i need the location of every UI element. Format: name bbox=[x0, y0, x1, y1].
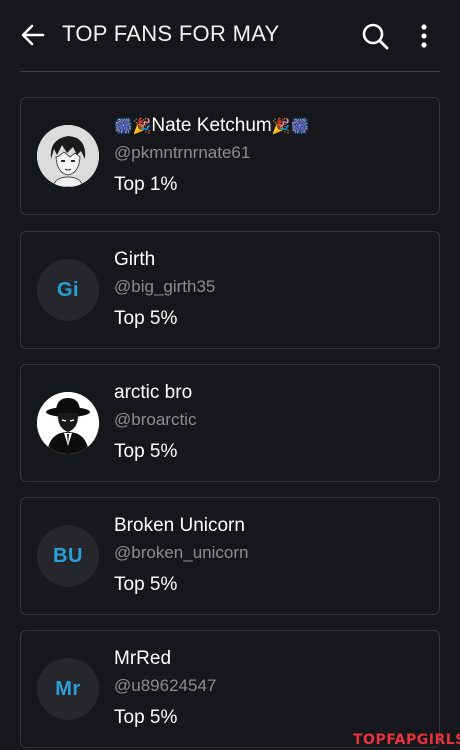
search-icon[interactable] bbox=[360, 21, 390, 51]
fan-card[interactable]: 🎆🎉Nate Ketchum🎉🎆 @pkmntrnrnate61 Top 1% bbox=[20, 97, 440, 215]
avatar[interactable]: Mr bbox=[37, 658, 99, 720]
fan-handle: @pkmntrnrnate61 bbox=[114, 143, 251, 162]
fireworks-emoji: 🎆🎉 bbox=[114, 118, 152, 135]
fan-rank: Top 1% bbox=[114, 174, 178, 195]
fan-card[interactable]: arctic bro @broarctic Top 5% bbox=[20, 364, 440, 482]
fan-handle: @u89624547 bbox=[114, 676, 217, 695]
fan-name: Girth bbox=[114, 249, 156, 270]
avatar-initials: Mr bbox=[55, 677, 81, 700]
anime-boy-avatar-icon bbox=[37, 125, 99, 187]
more-vertical-icon[interactable] bbox=[414, 21, 434, 51]
fan-card[interactable]: BU Broken Unicorn @broken_unicorn Top 5% bbox=[20, 497, 440, 615]
fan-name-text: Nate Ketchum bbox=[151, 115, 272, 136]
avatar-initials: BU bbox=[53, 544, 83, 567]
avatar[interactable] bbox=[37, 392, 99, 454]
fan-name: arctic bro bbox=[114, 382, 193, 403]
fan-rank: Top 5% bbox=[114, 308, 178, 329]
fan-name: Broken Unicorn bbox=[114, 515, 245, 536]
avatar[interactable]: Gi bbox=[37, 259, 99, 321]
fan-handle: @broken_unicorn bbox=[114, 543, 249, 562]
fan-handle: @big_girth35 bbox=[114, 277, 216, 296]
header-divider bbox=[20, 71, 440, 72]
avatar[interactable]: BU bbox=[37, 525, 99, 587]
top-bar: TOP FANS FOR MAY bbox=[0, 0, 460, 72]
fan-card[interactable]: Gi Girth @big_girth35 Top 5% bbox=[20, 231, 440, 349]
fan-name: 🎆🎉Nate Ketchum🎉🎆 bbox=[114, 115, 309, 137]
fan-rank: Top 5% bbox=[114, 707, 178, 728]
avatar-initials: Gi bbox=[56, 278, 80, 301]
avatar[interactable] bbox=[37, 125, 99, 187]
fan-handle: @broarctic bbox=[114, 410, 197, 429]
page-title: TOP FANS FOR MAY bbox=[62, 21, 280, 46]
fan-rank: Top 5% bbox=[114, 574, 178, 595]
fan-card[interactable]: Mr MrRed @u89624547 Top 5% bbox=[20, 630, 440, 748]
hat-man-avatar-icon bbox=[37, 392, 99, 454]
fireworks-emoji: 🎉🎆 bbox=[271, 118, 310, 135]
back-arrow-icon[interactable] bbox=[18, 20, 48, 50]
watermark: TOPFAPGIRLS bbox=[353, 732, 460, 748]
fan-rank: Top 5% bbox=[114, 441, 178, 462]
fan-name: MrRed bbox=[114, 648, 172, 669]
